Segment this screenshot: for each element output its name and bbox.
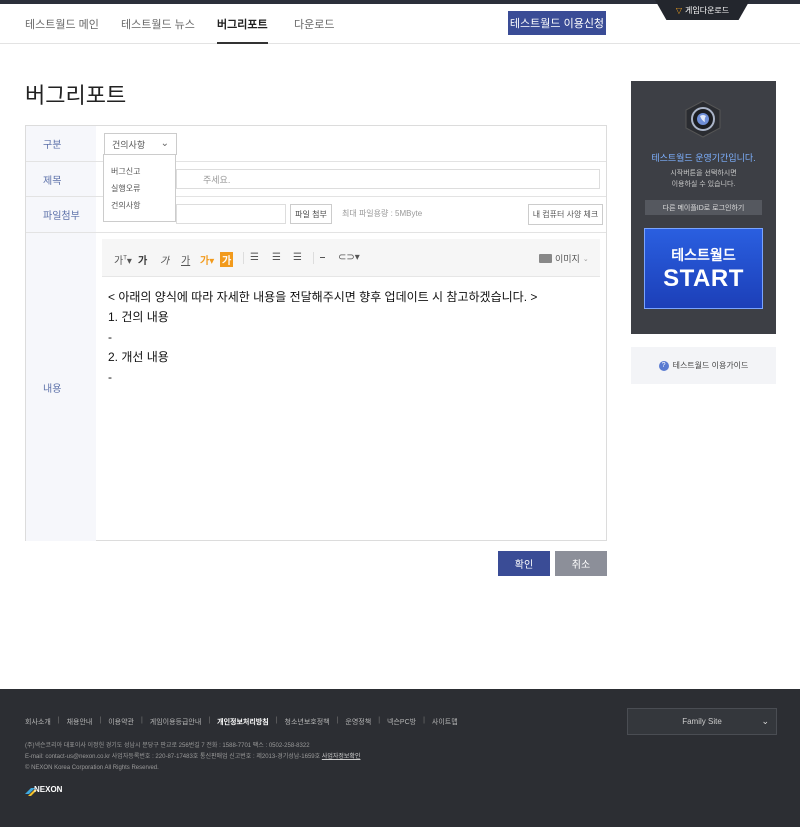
content-line: 2. 개선 내용 <box>108 350 169 364</box>
title-label: 제목 <box>26 162 96 196</box>
category-option-suggestion[interactable]: 건의사항 <box>104 197 175 214</box>
title-placeholder: 주세요. <box>203 174 231 185</box>
insert-image-label: 이미지 <box>555 254 580 264</box>
attach-label: 파일첨부 <box>26 197 96 232</box>
footer-links: 회사소개 | 채용안내 | 이용약관 | 게임이용등급안내 | 개인정보처리방침 | 청소… <box>25 717 458 727</box>
family-site-select[interactable]: Family Site ⌄ <box>627 708 777 735</box>
category-option-error[interactable]: 실행오류 <box>104 180 175 197</box>
start-button-label: START <box>663 265 744 292</box>
align-center-icon[interactable]: ☰ <box>272 252 281 263</box>
editor-content[interactable]: < 아래의 양식에 따라 자세한 내용을 전달해주시면 향후 업데이트 시 참고… <box>108 287 598 387</box>
cancel-button[interactable]: 취소 <box>555 551 607 576</box>
image-icon <box>539 254 552 263</box>
rich-text-editor[interactable]: 가T▾ 가 가 가 가▾ 가 ☰ ☰ ☰ ⎯ ⊂⊃▾ 이미지 ⌄ < 아래의 양… <box>102 239 600 533</box>
guide-label: 테스트월드 이용가이드 <box>672 361 749 370</box>
nexon-logo[interactable]: NEXON <box>25 783 71 796</box>
font-color-icon: 가 <box>200 256 210 267</box>
attach-file-button[interactable]: 파일 첨부 <box>290 204 332 224</box>
confirm-button[interactable]: 확인 <box>498 551 550 576</box>
font-size-icon: 가 <box>114 256 124 267</box>
other-id-login-button[interactable]: 다른 메이플ID로 로그인하기 <box>645 200 762 215</box>
footer-link-sitemap[interactable]: 사이트맵 <box>432 717 458 727</box>
font-color-button[interactable]: 가▾ <box>200 252 214 267</box>
business-info-link[interactable]: 사업자정보확인 <box>322 754 361 760</box>
apply-testworld-button[interactable]: 테스트월드 이용신청 <box>508 11 606 35</box>
testworld-start-button[interactable]: 테스트월드 START <box>644 228 763 309</box>
insert-image-button[interactable]: 이미지 ⌄ <box>539 252 589 265</box>
category-dropdown: 버그신고 실행오류 건의사항 <box>103 154 176 222</box>
footer-link-terms[interactable]: 이용약관 <box>108 717 134 727</box>
start-button-title: 테스트월드 <box>671 247 736 263</box>
nav-item-news[interactable]: 테스트월드 뉴스 <box>121 16 195 32</box>
content-line: - <box>108 330 112 344</box>
title-input[interactable]: 주세요. <box>176 169 600 189</box>
copyright: © NEXON Korea Corporation All Rights Res… <box>25 765 159 771</box>
footer: 회사소개 | 채용안내 | 이용약관 | 게임이용등급안내 | 개인정보처리방침 | 청소… <box>0 689 800 827</box>
help-icon: ? <box>658 360 669 371</box>
content-row: 내용 가T▾ 가 가 가 가▾ 가 ☰ ☰ ☰ ⎯ ⊂⊃▾ 이미지 ⌄ < 아래… <box>26 233 606 541</box>
footer-link-careers[interactable]: 채용안내 <box>67 717 93 727</box>
testworld-start-panel: 테스트월드 운영기간입니다. 시작버튼을 선택하시면 이용하실 수 있습니다. … <box>631 81 776 334</box>
toolbar-divider <box>313 252 314 264</box>
page-title: 버그리포트 <box>25 83 127 108</box>
max-file-size-note: 최대 파일용량 : 5MByte <box>342 209 423 218</box>
family-site-label: Family Site <box>682 717 722 726</box>
category-option-bug[interactable]: 버그신고 <box>104 163 175 180</box>
category-label: 구분 <box>26 126 96 161</box>
content-line: < 아래의 양식에 따라 자세한 내용을 전달해주시면 향후 업데이트 시 참고… <box>108 290 538 304</box>
start-instructions-line: 이용하실 수 있습니다. <box>671 181 736 188</box>
start-instructions-line: 시작버튼을 선택하시면 <box>670 170 737 177</box>
editor-toolbar: 가T▾ 가 가 가 가▾ 가 ☰ ☰ ☰ ⎯ ⊂⊃▾ 이미지 ⌄ <box>102 239 600 277</box>
footer-link-policy[interactable]: 운영정책 <box>345 717 371 727</box>
content-label: 내용 <box>26 233 96 541</box>
italic-button[interactable]: 가 <box>160 252 169 267</box>
category-select[interactable]: 건의사항 ⌄ <box>104 133 177 155</box>
underline-button[interactable]: 가 <box>181 252 190 267</box>
content-line: 1. 건의 내용 <box>108 310 169 324</box>
highlight-button[interactable]: 가 <box>220 252 234 267</box>
footer-link-youth[interactable]: 청소년보호정책 <box>285 717 330 727</box>
start-instructions: 시작버튼을 선택하시면 이용하실 수 있습니다. <box>631 168 776 190</box>
operation-status: 테스트월드 운영기간입니다. <box>651 153 756 163</box>
chevron-down-icon: ⌄ <box>761 716 769 726</box>
company-info: (주)넥슨코리아 대표이사 이정헌 경기도 성남시 분당구 판교로 256번길 … <box>25 741 360 774</box>
align-right-icon[interactable]: ☰ <box>293 252 302 263</box>
highlight-icon: 가 <box>222 256 232 267</box>
horizontal-rule-icon[interactable]: ⎯ <box>320 252 325 263</box>
nexon-logo-icon: NEXON <box>25 785 63 796</box>
bold-button[interactable]: 가 <box>138 252 147 267</box>
company-info-line: E-mail: contact-us@nexon.co.kr 사업자등록번호 :… <box>25 752 360 763</box>
company-info-text: E-mail: contact-us@nexon.co.kr 사업자등록번호 :… <box>25 754 321 760</box>
footer-link-privacy[interactable]: 개인정보처리방침 <box>217 717 269 727</box>
nav-item-download[interactable]: 다운로드 <box>294 16 334 32</box>
testworld-emblem-icon <box>685 100 721 138</box>
top-nav: 테스트월드 메인 테스트월드 뉴스 버그리포트 다운로드 테스트월드 이용신청 <box>0 4 800 44</box>
company-info-line: (주)넥슨코리아 대표이사 이정헌 경기도 성남시 분당구 판교로 256번길 … <box>25 743 310 749</box>
nexon-logo-text: NEXON <box>34 785 63 794</box>
chevron-down-icon: ⌄ <box>160 138 169 149</box>
check-pc-spec-button[interactable]: 내 컴퓨터 사양 체크 <box>528 204 603 225</box>
category-selected-value: 건의사항 <box>112 139 146 150</box>
font-size-button[interactable]: 가T▾ <box>114 252 132 267</box>
content-line: - <box>108 370 112 384</box>
align-left-icon[interactable]: ☰ <box>250 252 259 263</box>
footer-link-pcbang[interactable]: 넥슨PC방 <box>387 717 416 727</box>
link-icon[interactable]: ⊂⊃▾ <box>338 252 360 263</box>
testworld-guide-link[interactable]: ? 테스트월드 이용가이드 <box>631 347 776 384</box>
file-name-field[interactable] <box>176 204 286 224</box>
nav-item-main[interactable]: 테스트월드 메인 <box>25 16 99 32</box>
footer-link-rating[interactable]: 게임이용등급안내 <box>150 717 202 727</box>
footer-link-company[interactable]: 회사소개 <box>25 717 51 727</box>
nav-item-bugreport[interactable]: 버그리포트 <box>217 16 268 44</box>
toolbar-divider <box>243 252 244 264</box>
